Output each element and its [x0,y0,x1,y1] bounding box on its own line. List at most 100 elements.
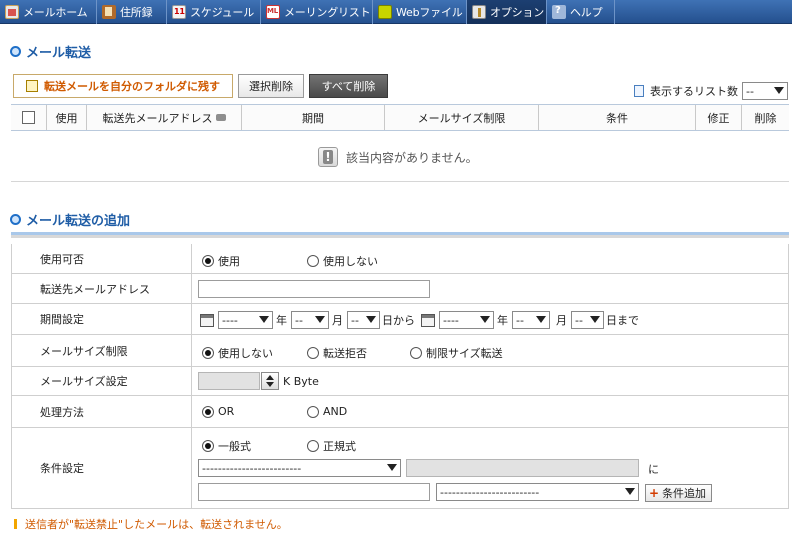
radio-icon [410,347,422,359]
to-suffix: 日まで [606,314,639,327]
from-suffix: 日から [382,314,415,327]
radio-label: 転送拒否 [323,347,367,360]
chevron-down-icon [536,316,546,323]
size-input[interactable] [198,372,260,390]
usage-option-not-use[interactable]: 使用しない [307,253,378,269]
form-header-bar [11,232,789,238]
delete-all-button[interactable]: すべて削除 [309,74,388,98]
select-value: ------------------------- [440,485,540,499]
column-header-address[interactable]: 転送先メールアドレス [87,105,242,130]
condition-option-regex[interactable]: 正規式 [307,438,356,454]
tab-label: Webファイル [396,6,463,19]
calendar-icon[interactable] [200,313,214,327]
chevron-down-icon [480,316,490,323]
chevron-down-icon [590,316,600,323]
tab-mail-home[interactable]: メールホーム [0,0,97,24]
keep-copy-label: 転送メールを自分のフォルダに残す [44,80,220,93]
empty-list-message: ! 該当内容がありません。 [318,147,478,167]
size-setting-control: K Byte [198,372,319,390]
from-month-select[interactable]: -- [291,311,329,329]
period-from: ---- 年 -- 月 -- 日から ---- 年 -- 月 -- 日まで [200,311,639,329]
period-value: ---- 年 -- 月 -- 日から ---- 年 -- 月 -- 日まで [192,304,788,334]
forward-note: 送信者が"転送禁止"したメールは、転送されません。 [14,516,288,532]
condition-option-general[interactable]: 一般式 [202,438,251,454]
calendar-icon[interactable] [421,313,435,327]
top-navigation: メールホーム 住所録 スケジュール メーリングリスト Webファイル オプション… [0,0,792,24]
radio-checked-icon [202,347,214,359]
condition-keyword-input[interactable] [406,459,639,477]
form-row-process: 処理方法 OR AND [11,396,789,428]
form-row-period: 期間設定 ---- 年 -- 月 -- 日から ---- 年 -- 月 -- 日… [11,304,789,335]
condition-value: 一般式 正規式 ------------------------- に ----… [192,428,788,508]
form-row-address: 転送先メールアドレス [11,274,789,304]
home-icon [5,5,19,19]
condition-value-input[interactable] [198,483,430,501]
usage-option-use[interactable]: 使用 [202,253,240,269]
tab-label: メーリングリスト [284,6,371,19]
help-icon [552,5,566,19]
size-limit-option-limited[interactable]: 制限サイズ転送 [410,345,503,361]
tab-help[interactable]: ヘルプ [547,0,615,24]
section-title-text: メール転送の追加 [26,214,131,229]
usage-label: 使用可否 [12,244,192,273]
column-header-condition: 条件 [539,105,696,130]
tab-web-file[interactable]: Webファイル [373,0,467,24]
form-row-usage: 使用可否 使用 使用しない [11,244,789,274]
size-unit: K Byte [283,374,319,388]
chevron-down-icon [366,316,376,323]
column-header-size-limit: メールサイズ制限 [385,105,539,130]
radio-icon [307,405,319,418]
to-year-select[interactable]: ---- [439,311,494,329]
form-row-size-limit: メールサイズ制限 使用しない 転送拒否 制限サイズ転送 [11,335,789,367]
tab-option[interactable]: オプション [467,0,547,24]
column-header-address-label: 転送先メールアドレス [102,111,213,125]
select-all-checkbox[interactable] [22,111,35,124]
forward-list-header: 使用 転送先メールアドレス 期間 メールサイズ制限 条件 修正 削除 [11,104,789,131]
calendar-icon [172,5,186,19]
size-setting-value: K Byte [192,367,788,395]
form-row-size-setting: メールサイズ設定 K Byte [11,367,789,396]
keep-copy-button[interactable]: 転送メールを自分のフォルダに残す [13,74,233,98]
select-value: ---- [443,313,459,327]
chevron-down-icon [259,316,269,323]
chevron-down-icon [315,316,325,323]
list-count-select[interactable]: -- [742,82,788,100]
list-count-value: -- [746,84,754,98]
tab-label: スケジュール [190,6,255,19]
forward-address-input[interactable] [198,280,430,298]
period-label: 期間設定 [12,304,192,334]
from-day-select[interactable]: -- [347,311,380,329]
size-setting-label: メールサイズ設定 [12,367,192,395]
size-limit-value: 使用しない 転送拒否 制限サイズ転送 [192,335,788,366]
from-year-select[interactable]: ---- [218,311,273,329]
tab-label: 住所録 [120,6,153,19]
tab-address-book[interactable]: 住所録 [97,0,167,24]
form-row-condition: 条件設定 一般式 正規式 ------------------------- に… [11,428,789,509]
size-stepper[interactable] [261,372,279,390]
to-month-select[interactable]: -- [512,311,550,329]
radio-icon [307,440,319,452]
tab-schedule[interactable]: スケジュール [167,0,261,24]
list-count-label: 表示するリスト数 [650,85,738,98]
tab-mailing-list[interactable]: メーリングリスト [261,0,373,24]
condition-field-select[interactable]: ------------------------- [198,459,401,477]
radio-label: 正規式 [323,440,356,453]
condition-match-select[interactable]: ------------------------- [436,483,639,501]
radio-label: 制限サイズ転送 [426,347,503,360]
process-option-or[interactable]: OR [202,405,234,418]
section-bullet-icon [10,214,21,225]
note-text: 送信者が"転送禁止"したメールは、転送されません。 [25,518,288,531]
mailing-list-icon [266,5,280,19]
chevron-down-icon [774,87,784,94]
add-condition-button[interactable]: + 条件追加 [645,484,713,502]
size-limit-option-reject[interactable]: 転送拒否 [307,345,367,361]
address-book-icon [102,5,116,19]
to-day-select[interactable]: -- [571,311,604,329]
delete-selected-button[interactable]: 選択削除 [238,74,304,98]
forward-section-title: メール転送 [10,42,91,61]
web-file-icon [378,5,392,19]
condition-label: 条件設定 [12,428,192,508]
size-limit-option-none[interactable]: 使用しない [202,345,273,361]
add-condition-label: 条件追加 [662,487,707,500]
process-option-and[interactable]: AND [307,405,347,418]
